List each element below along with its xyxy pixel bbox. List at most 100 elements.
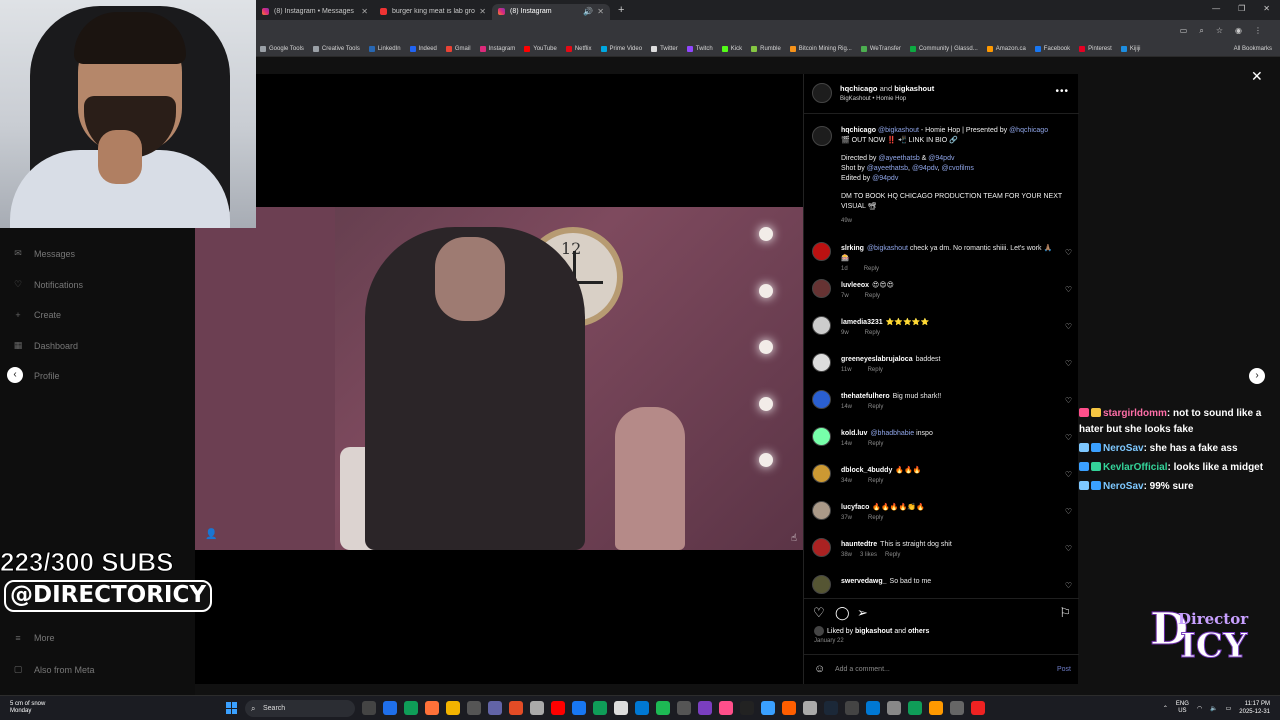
- save-bookmark-icon[interactable]: ⚐: [1059, 605, 1071, 621]
- comment-likes[interactable]: 3 likes: [860, 552, 877, 558]
- taskbar-app-icon[interactable]: [530, 701, 544, 715]
- mention-link[interactable]: @94pdv: [872, 175, 898, 182]
- bookmark-item[interactable]: Prime Video: [600, 46, 642, 52]
- post-video[interactable]: 12 👤 ☝: [195, 74, 803, 684]
- sidebar-item-create[interactable]: + Create: [12, 310, 61, 320]
- reply-button[interactable]: Reply: [868, 515, 883, 521]
- taskbar-app-icon[interactable]: [887, 701, 901, 715]
- chevron-up-icon[interactable]: ⌃: [1163, 705, 1168, 712]
- taskbar-app-icon[interactable]: [404, 701, 418, 715]
- bookmark-item[interactable]: Gmail: [445, 46, 471, 52]
- star-icon[interactable]: ☆: [1216, 26, 1223, 36]
- reply-button[interactable]: Reply: [865, 330, 880, 336]
- audio-label[interactable]: BigKashout • Homie Hop: [840, 96, 906, 102]
- avatar[interactable]: [812, 353, 831, 372]
- mention-link[interactable]: @ayeethatsb: [878, 155, 919, 162]
- taskbar-app-icon[interactable]: [971, 701, 985, 715]
- taskbar-app-icon[interactable]: [362, 701, 376, 715]
- bookmark-item[interactable]: Instagram: [479, 46, 515, 52]
- bookmark-item[interactable]: WeTransfer: [860, 46, 901, 52]
- taskbar-app-icon[interactable]: [614, 701, 628, 715]
- bookmark-item[interactable]: Kick: [721, 46, 742, 52]
- like-comment-heart-icon[interactable]: ♡: [1065, 359, 1072, 368]
- taskbar-app-icon[interactable]: [677, 701, 691, 715]
- windows-start-icon[interactable]: [226, 702, 238, 714]
- taskbar-app-icon[interactable]: [488, 701, 502, 715]
- taskbar-search[interactable]: ⌕ Search: [245, 700, 355, 717]
- avatar[interactable]: [812, 83, 832, 103]
- like-comment-heart-icon[interactable]: ♡: [1065, 507, 1072, 516]
- tagged-people-icon[interactable]: 👤: [205, 529, 217, 540]
- mention-link[interactable]: @bigkashout: [867, 245, 908, 252]
- like-comment-heart-icon[interactable]: ♡: [1065, 248, 1072, 257]
- avatar[interactable]: [812, 501, 831, 520]
- emoji-icon[interactable]: ☺: [814, 663, 825, 675]
- taskbar-app-icon[interactable]: [425, 701, 439, 715]
- avatar[interactable]: [812, 279, 831, 298]
- taskbar-app-icon[interactable]: [467, 701, 481, 715]
- bookmark-item[interactable]: Indeed: [409, 46, 437, 52]
- bookmark-item[interactable]: Twitter: [651, 46, 678, 52]
- mention-link[interactable]: @94pdv: [928, 155, 954, 162]
- taskbar-app-icon[interactable]: [572, 701, 586, 715]
- address-bar[interactable]: ▭ ⌕ ☆ ◉ ⋮: [256, 20, 1280, 42]
- volume-icon[interactable]: 🔈: [1210, 705, 1217, 712]
- like-comment-heart-icon[interactable]: ♡: [1065, 544, 1072, 553]
- mention-link[interactable]: @94pdv: [912, 165, 938, 172]
- reply-button[interactable]: Reply: [885, 552, 900, 558]
- new-tab-button[interactable]: +: [618, 4, 624, 16]
- like-comment-heart-icon[interactable]: ♡: [1065, 581, 1072, 590]
- post-comment-button[interactable]: Post: [1057, 666, 1071, 673]
- liked-username[interactable]: bigkashout: [855, 628, 892, 635]
- reply-button[interactable]: Reply: [868, 404, 883, 410]
- author-username[interactable]: hqchicago: [840, 84, 878, 93]
- taskbar-app-icon[interactable]: [824, 701, 838, 715]
- extension-icon[interactable]: ◉: [1235, 26, 1242, 36]
- share-send-icon[interactable]: ➢: [857, 605, 868, 621]
- like-heart-icon[interactable]: ♡: [813, 605, 825, 621]
- bookmark-item[interactable]: Amazon.ca: [986, 46, 1026, 52]
- video-frame[interactable]: 12 👤 ☝: [195, 207, 803, 550]
- sidebar-item-messages[interactable]: ✉ Messages: [12, 248, 75, 259]
- like-comment-heart-icon[interactable]: ♡: [1065, 433, 1072, 442]
- bookmark-item[interactable]: LinkedIn: [368, 46, 401, 52]
- mention-link[interactable]: @cvofilms: [942, 165, 974, 172]
- previous-post-arrow-icon[interactable]: ‹: [7, 367, 23, 383]
- taskbar-app-icon[interactable]: [761, 701, 775, 715]
- weather-widget[interactable]: 5 cm of snow Monday: [10, 701, 45, 715]
- comment-username[interactable]: hauntedtre: [841, 541, 877, 548]
- liked-others[interactable]: others: [908, 628, 929, 635]
- sidebar-item-dashboard[interactable]: ▦ Dashboard: [12, 340, 78, 351]
- comment-username[interactable]: kold.luv: [841, 430, 867, 437]
- reply-button[interactable]: Reply: [868, 441, 883, 447]
- comment-bubble-icon[interactable]: ◯: [835, 605, 850, 621]
- taskbar-app-icon[interactable]: [866, 701, 880, 715]
- taskbar-clock[interactable]: 11:17 PM 2025-12-31: [1239, 700, 1270, 716]
- bookmark-item[interactable]: Creative Tools: [312, 46, 360, 52]
- caption-username[interactable]: hqchicago: [841, 127, 876, 134]
- close-window-icon[interactable]: ✕: [1263, 4, 1270, 13]
- minimize-icon[interactable]: —: [1212, 4, 1220, 13]
- close-modal-icon[interactable]: ✕: [1251, 68, 1263, 85]
- avatar[interactable]: [812, 390, 831, 409]
- taskbar-app-icon[interactable]: [719, 701, 733, 715]
- reply-button[interactable]: Reply: [868, 478, 883, 484]
- taskbar-app-icon[interactable]: [698, 701, 712, 715]
- avatar[interactable]: [812, 464, 831, 483]
- reply-button[interactable]: Reply: [864, 266, 879, 272]
- sidebar-item-meta[interactable]: ▢ Also from Meta: [12, 664, 95, 675]
- more-options-icon[interactable]: •••: [1055, 86, 1069, 97]
- bookmark-item[interactable]: Community | Glassd...: [909, 46, 978, 52]
- wifi-icon[interactable]: ◠: [1197, 705, 1202, 712]
- language-indicator[interactable]: ENG US: [1176, 701, 1189, 715]
- mention-link[interactable]: @bhadbhabie: [870, 430, 914, 437]
- avatar[interactable]: [812, 242, 831, 261]
- close-tab-icon[interactable]: ✕: [597, 7, 604, 16]
- comment-username[interactable]: greeneyeslabrujaloca: [841, 356, 913, 363]
- avatar[interactable]: [812, 538, 831, 557]
- taskbar-app-icon[interactable]: [551, 701, 565, 715]
- bookmark-item[interactable]: Twitch: [686, 46, 713, 52]
- comments-list[interactable]: slrking @bigkashout check ya dm. No roman…: [804, 240, 1079, 595]
- bookmark-item[interactable]: Netflix: [565, 46, 592, 52]
- bookmark-item[interactable]: Facebook: [1034, 46, 1070, 52]
